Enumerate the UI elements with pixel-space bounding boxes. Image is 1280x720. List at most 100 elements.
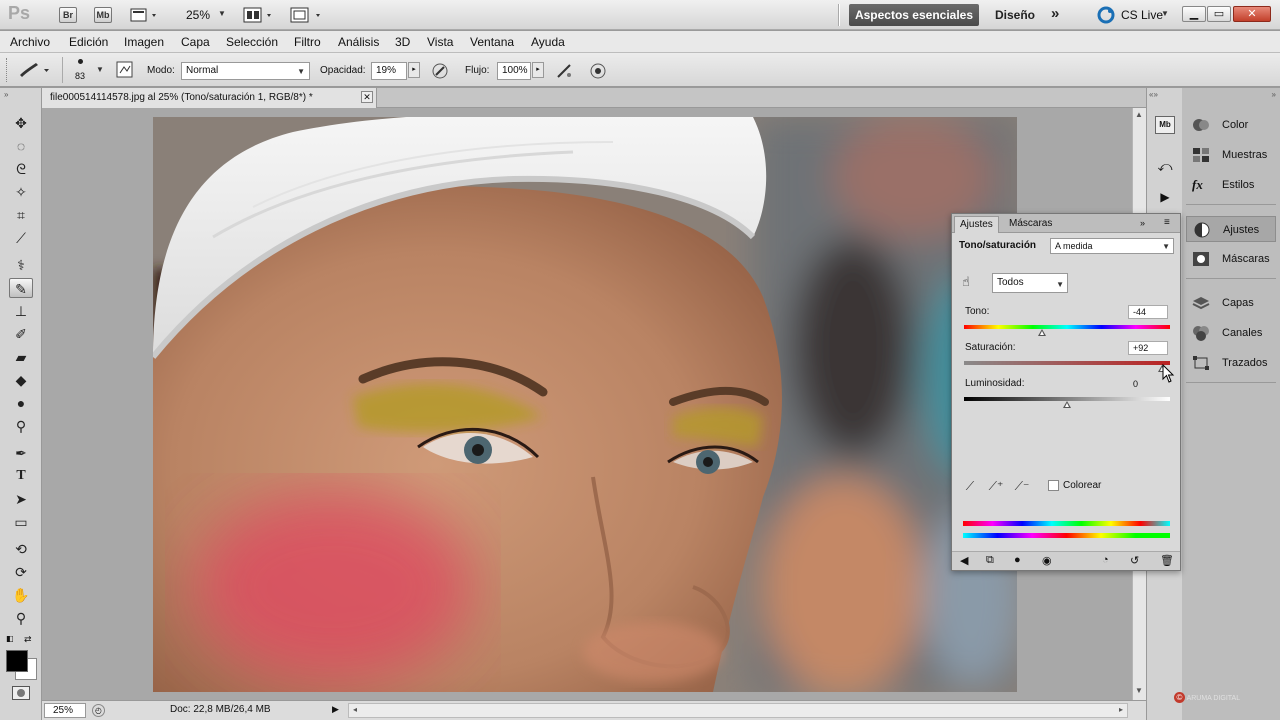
colorize-checkbox[interactable] [1048, 480, 1059, 491]
zoom-tool-icon[interactable]: ⚲ [9, 608, 33, 628]
foreground-color-swatch[interactable] [6, 650, 28, 672]
mini-bridge-panel-icon[interactable]: Mb [1155, 116, 1175, 134]
dock-mascaras[interactable]: Máscaras [1186, 246, 1276, 272]
hue-slider-thumb[interactable] [1037, 329, 1046, 336]
scroll-left-icon[interactable]: ◂ [353, 705, 357, 714]
menu-archivo[interactable]: Archivo [10, 35, 50, 49]
tab-ajustes[interactable]: Ajustes [954, 216, 999, 233]
default-colors-icon[interactable]: ◧ [6, 634, 14, 643]
cs-live-label[interactable]: CS Live [1121, 8, 1163, 22]
view-extras-button[interactable] [130, 6, 160, 24]
clone-stamp-tool-icon[interactable]: ⊥ [9, 301, 33, 321]
opacity-field[interactable]: 19% [371, 62, 407, 80]
mini-bridge-button[interactable]: Mb [94, 7, 112, 23]
zoom-dropdown-icon[interactable]: ▼ [218, 9, 226, 18]
history-panel-icon[interactable]: ⤺ [1155, 158, 1175, 178]
scroll-right-icon[interactable]: ▸ [1119, 705, 1123, 714]
more-workspaces-icon[interactable]: » [1051, 5, 1059, 22]
flow-field[interactable]: 100% [497, 62, 531, 80]
dock-estilos[interactable]: fx Estilos [1186, 172, 1276, 198]
dock-ajustes[interactable]: Ajustes [1186, 216, 1276, 242]
dock-trazados[interactable]: Trazados [1186, 350, 1276, 376]
dock-muestras[interactable]: Muestras [1186, 142, 1276, 168]
dock-color[interactable]: Color [1186, 112, 1276, 138]
tool-preset-picker[interactable] [16, 59, 54, 81]
panel-menu-icon[interactable]: ≡ [1164, 217, 1170, 228]
flow-slider-button[interactable]: ▸ [532, 62, 544, 78]
menu-capa[interactable]: Capa [181, 35, 210, 49]
status-info-icon[interactable]: ◴ [92, 704, 105, 717]
menu-imagen[interactable]: Imagen [124, 35, 164, 49]
crop-tool-icon[interactable]: ⌗ [9, 205, 33, 225]
actions-panel-icon[interactable]: ▶ [1155, 190, 1175, 210]
horizontal-scrollbar[interactable]: ◂ ▸ [348, 703, 1128, 718]
swap-colors-icon[interactable]: ⇄ [24, 634, 32, 645]
healing-brush-tool-icon[interactable]: ⚕ [9, 255, 33, 275]
blur-tool-icon[interactable]: ● [9, 393, 33, 413]
eraser-tool-icon[interactable]: ▰ [9, 347, 33, 367]
hue-value-field[interactable]: -44 [1128, 305, 1168, 319]
cs-live-icon[interactable] [1097, 6, 1115, 24]
workspace-diseno[interactable]: Diseño [995, 8, 1035, 22]
lasso-tool-icon[interactable]: ᘓ [9, 159, 33, 179]
eyedropper-icon[interactable]: ⟋ [962, 478, 978, 494]
menu-3d[interactable]: 3D [395, 35, 410, 49]
quick-mask-button[interactable] [12, 686, 30, 700]
lightness-value-field[interactable]: 0 [1128, 377, 1168, 391]
status-menu-arrow-icon[interactable]: ▶ [332, 704, 339, 715]
expand-view-icon[interactable]: ⧉ [986, 554, 994, 567]
menu-ventana[interactable]: Ventana [470, 35, 514, 49]
arrange-documents-button[interactable] [243, 6, 279, 24]
paint-bucket-tool-icon[interactable]: ◆ [9, 370, 33, 390]
panel-collapse-icon[interactable]: » [1140, 218, 1145, 228]
zoom-level[interactable]: 25% [186, 8, 210, 22]
pen-tool-icon[interactable]: ✒ [9, 443, 33, 463]
dock-expand-icon[interactable]: «» [1149, 90, 1158, 99]
channel-select[interactable]: Todos ▼ [992, 273, 1068, 293]
trash-icon[interactable]: 🗑 [1160, 554, 1174, 567]
brush-panel-toggle[interactable] [116, 61, 134, 79]
back-arrow-icon[interactable]: ◀ [960, 554, 968, 567]
tab-mascaras[interactable]: Máscaras [1004, 216, 1057, 233]
close-document-icon[interactable]: ✕ [361, 91, 373, 103]
bridge-button[interactable]: Br [59, 7, 77, 23]
eyedropper-minus-icon[interactable]: ⟋⁻ [1014, 478, 1030, 494]
brush-picker[interactable]: 83 ▼ [72, 57, 106, 83]
minimize-button[interactable]: ▁ [1182, 6, 1206, 22]
close-button[interactable]: ✕ [1233, 6, 1271, 22]
dodge-tool-icon[interactable]: ⚲ [9, 416, 33, 436]
marquee-tool-icon[interactable]: ◌ [9, 136, 33, 156]
maximize-button[interactable]: ▭ [1207, 6, 1231, 22]
3d-rotate-tool-icon[interactable]: ⟲ [9, 539, 33, 559]
screen-mode-button[interactable] [290, 6, 326, 24]
menu-ayuda[interactable]: Ayuda [531, 35, 565, 49]
dock-canales[interactable]: Canales [1186, 320, 1276, 346]
move-tool-icon[interactable]: ✥ [9, 113, 33, 133]
cs-live-dropdown-icon[interactable]: ▼ [1161, 9, 1169, 18]
scroll-down-icon[interactable]: ▼ [1135, 686, 1143, 695]
type-tool-icon[interactable]: T [9, 466, 33, 486]
menu-seleccion[interactable]: Selección [226, 35, 278, 49]
dock-capas[interactable]: Capas [1186, 290, 1276, 316]
reset-icon[interactable]: ↺ [1130, 554, 1139, 567]
brush-tool-icon[interactable]: ✎ [9, 278, 33, 298]
airbrush-button[interactable] [554, 61, 574, 81]
history-brush-tool-icon[interactable]: ✐ [9, 324, 33, 344]
menu-edicion[interactable]: Edición [69, 35, 108, 49]
view-previous-icon[interactable]: ◔ [1102, 554, 1109, 566]
photo-canvas[interactable] [153, 117, 1017, 692]
status-zoom-field[interactable]: 25% [44, 703, 86, 718]
path-selection-tool-icon[interactable]: ➤ [9, 489, 33, 509]
pressure-size-button[interactable] [588, 61, 608, 81]
opacity-slider-button[interactable]: ▸ [408, 62, 420, 78]
eyedropper-plus-icon[interactable]: ⟋⁺ [988, 478, 1004, 494]
document-tab[interactable]: file000514114578.jpg al 25% (Tono/satura… [42, 88, 377, 108]
hue-slider-track[interactable] [964, 325, 1170, 329]
scroll-up-icon[interactable]: ▲ [1135, 110, 1143, 119]
saturation-slider-track[interactable] [964, 361, 1170, 365]
targeted-adjustment-icon[interactable]: ☝ [962, 274, 978, 290]
eyedropper-tool-icon[interactable]: ⟋ [9, 228, 33, 248]
rectangle-tool-icon[interactable]: ▭ [9, 512, 33, 532]
tools-collapse-icon[interactable]: » [4, 90, 8, 99]
opacity-pressure-button[interactable] [430, 61, 450, 81]
